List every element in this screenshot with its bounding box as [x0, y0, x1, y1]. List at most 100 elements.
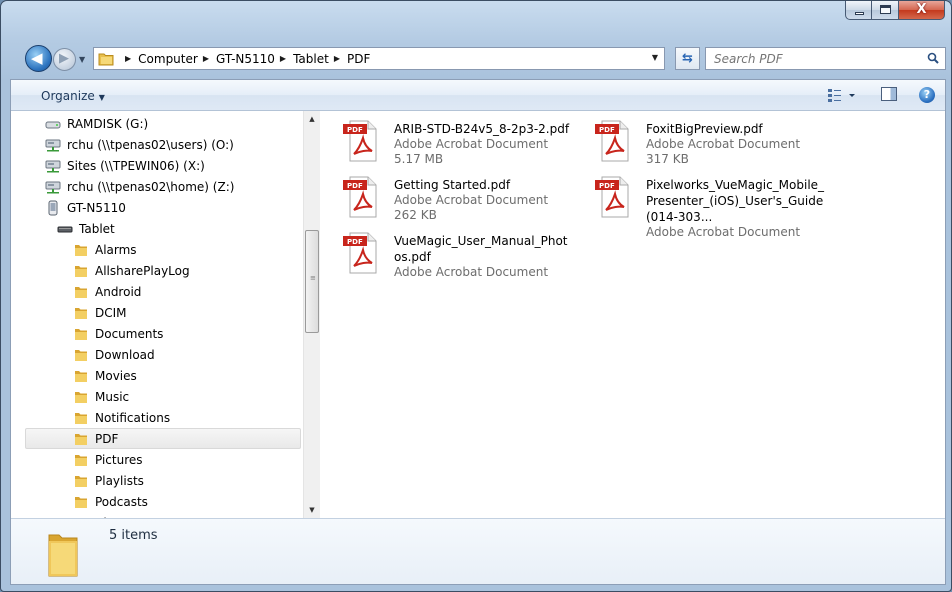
file-item[interactable]: PDF Getting Started.pdf Adobe Acrobat Docu…: [321, 169, 571, 223]
scroll-up-icon[interactable]: ▲: [304, 111, 320, 127]
file-meta: Getting Started.pdf Adobe Acrobat Documen…: [394, 177, 574, 223]
folder-icon: [98, 53, 114, 65]
caption-buttons: X: [845, 1, 945, 20]
nav-item[interactable]: rchu (\\tpenas02\home) (Z:): [45, 176, 234, 197]
address-dropdown-icon[interactable]: ▼: [652, 53, 658, 62]
file-type: Adobe Acrobat Document: [646, 137, 801, 151]
pdf-file-icon: PDF: [343, 232, 377, 274]
organize-button[interactable]: Organize ▼: [41, 89, 105, 103]
pdf-file-icon: PDF: [343, 120, 377, 162]
help-icon[interactable]: ?: [919, 87, 935, 103]
folder-icon: [75, 475, 87, 487]
navigation-pane: RAMDISK (G:) rchu (\\tpenas02\users) (O:)…: [11, 111, 303, 518]
nav-item[interactable]: Podcasts: [73, 491, 148, 512]
file-type: Adobe Acrobat Document: [394, 193, 549, 207]
nav-item[interactable]: Playlists: [73, 470, 144, 491]
breadcrumb-computer[interactable]: Computer: [138, 52, 198, 66]
nav-item-label: Podcasts: [95, 494, 148, 509]
search-input[interactable]: [714, 49, 914, 69]
breadcrumb-separator-icon[interactable]: ▶: [203, 54, 209, 63]
nav-item[interactable]: Tablet: [57, 218, 115, 239]
file-item[interactable]: PDF VueMagic_User_Manual_Photos.pdf Adobe …: [321, 225, 571, 279]
folder-icon: [75, 244, 87, 256]
folder-icon: [75, 412, 87, 424]
nav-scrollbar[interactable]: ▲ ≡ ▼: [303, 111, 320, 518]
nav-item[interactable]: PDF: [25, 428, 301, 449]
scroll-thumb[interactable]: ≡: [305, 230, 319, 333]
nav-item-label: Documents: [95, 326, 164, 341]
command-bar: Organize ▼ ?: [11, 80, 945, 111]
nav-item[interactable]: Pictures: [73, 449, 143, 470]
folder-icon: [48, 534, 78, 577]
preview-pane-icon[interactable]: [881, 87, 897, 101]
nav-item[interactable]: DCIM: [73, 302, 127, 323]
forward-button[interactable]: ▶: [53, 48, 76, 71]
nav-item[interactable]: Android: [73, 281, 141, 302]
nav-item-label: Alarms: [95, 242, 137, 257]
organize-label: Organize: [41, 89, 95, 103]
breadcrumb-device[interactable]: GT-N5110: [216, 52, 275, 66]
item-count: 5 items: [109, 528, 158, 543]
folder-icon: [75, 454, 87, 466]
search-icon[interactable]: [927, 52, 939, 64]
refresh-button[interactable]: ⇆: [675, 47, 700, 70]
file-name: Pixelworks_VueMagic_Mobile_Presenter_(iO…: [646, 178, 825, 224]
nav-item[interactable]: Download: [73, 344, 155, 365]
pdf-badge-text: PDF: [599, 126, 615, 134]
breadcrumb-separator-icon[interactable]: ▶: [334, 54, 340, 63]
file-list: PDF ARIB-STD-B24v5_8-2p3-2.pdf Adobe Acrob…: [321, 111, 945, 518]
nav-item[interactable]: Sites (\\TPEWIN06) (X:): [45, 155, 205, 176]
file-item[interactable]: PDF Pixelworks_VueMagic_Mobile_Presenter_…: [573, 169, 825, 239]
nav-item-label: DCIM: [95, 305, 127, 320]
file-meta: ARIB-STD-B24v5_8-2p3-2.pdf Adobe Acrobat …: [394, 121, 574, 167]
network-drive-icon: [45, 160, 61, 172]
file-type: Adobe Acrobat Document: [394, 137, 549, 151]
nav-item-label: Pictures: [95, 452, 143, 467]
nav-item-label: PDF: [95, 431, 119, 446]
close-button[interactable]: X: [899, 1, 945, 20]
pdf-badge-text: PDF: [347, 238, 363, 246]
file-name: Getting Started.pdf: [394, 178, 511, 192]
folder-icon: [75, 391, 87, 403]
nav-item[interactable]: rchu (\\tpenas02\users) (O:): [45, 134, 234, 155]
nav-item[interactable]: Alarms: [73, 239, 137, 260]
nav-item-label: AllsharePlayLog: [95, 263, 190, 278]
nav-item[interactable]: GT-N5110: [45, 197, 126, 218]
file-item[interactable]: PDF ARIB-STD-B24v5_8-2p3-2.pdf Adobe Acrob…: [321, 113, 571, 167]
address-bar[interactable]: ▶ Computer ▶ GT-N5110 ▶ Tablet ▶ PDF ▼: [93, 47, 665, 70]
pdf-badge-text: PDF: [347, 126, 363, 134]
breadcrumb-separator-icon[interactable]: ▶: [125, 54, 131, 63]
file-meta: FoxitBigPreview.pdf Adobe Acrobat Documen…: [646, 121, 826, 167]
folder-icon: [75, 328, 87, 340]
file-type: Adobe Acrobat Document: [394, 265, 549, 279]
recent-pages-dropdown-icon[interactable]: ▼: [79, 55, 89, 65]
file-name: ARIB-STD-B24v5_8-2p3-2.pdf: [394, 122, 570, 136]
minimize-icon: [855, 12, 864, 15]
nav-item[interactable]: RAMDISK (G:): [45, 113, 148, 134]
network-drive-icon: [45, 139, 61, 151]
minimize-button[interactable]: [845, 1, 872, 20]
nav-item-label: Android: [95, 284, 142, 299]
change-view-icon[interactable]: [827, 87, 857, 103]
file-name: FoxitBigPreview.pdf: [646, 122, 763, 136]
nav-item[interactable]: Notifications: [73, 407, 170, 428]
back-button[interactable]: ◀: [25, 45, 52, 72]
scroll-down-icon[interactable]: ▼: [304, 502, 320, 518]
file-size: 317 KB: [646, 152, 689, 166]
nav-item[interactable]: Documents: [73, 323, 163, 344]
breadcrumb-tablet[interactable]: Tablet: [293, 52, 329, 66]
search-box[interactable]: [705, 47, 946, 70]
file-type: Adobe Acrobat Document: [646, 225, 801, 239]
nav-item[interactable]: Movies: [73, 365, 137, 386]
file-size: 262 KB: [394, 208, 437, 222]
breadcrumb-pdf[interactable]: PDF: [347, 52, 370, 66]
maximize-button[interactable]: [872, 1, 899, 20]
network-drive-icon: [45, 181, 61, 193]
nav-item[interactable]: Music: [73, 386, 129, 407]
nav-item-label: GT-N5110: [67, 200, 126, 215]
file-item[interactable]: PDF FoxitBigPreview.pdf Adobe Acrobat Docu…: [573, 113, 823, 167]
breadcrumb-separator-icon[interactable]: ▶: [280, 54, 286, 63]
nav-item[interactable]: AllsharePlayLog: [73, 260, 190, 281]
details-pane: 5 items: [11, 518, 945, 584]
folder-icon: [75, 433, 87, 445]
